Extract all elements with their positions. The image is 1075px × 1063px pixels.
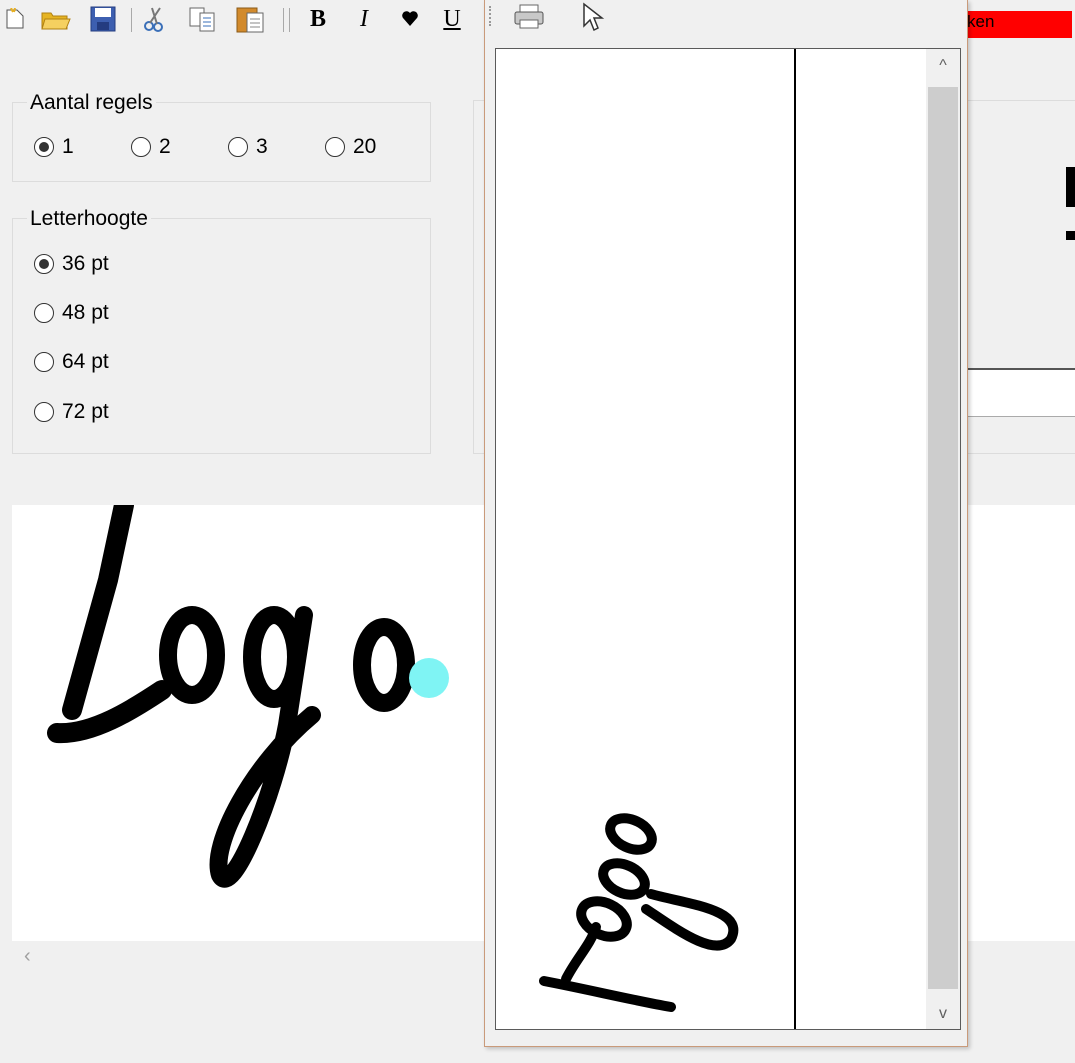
radio-dot — [228, 137, 248, 157]
scroll-down-icon[interactable]: v — [926, 1005, 960, 1023]
regels-option-3[interactable]: 3 — [228, 133, 268, 161]
height-option-72[interactable]: 72 pt — [34, 398, 109, 426]
print-icon[interactable] — [513, 4, 545, 35]
pointer-icon[interactable] — [581, 2, 605, 37]
ibeam-cursor-icon — [1066, 167, 1075, 207]
height-option-48[interactable]: 48 pt — [34, 299, 109, 327]
regels-option-2[interactable]: 2 — [131, 133, 171, 161]
italic-button[interactable]: I — [352, 6, 376, 32]
radio-dot — [34, 352, 54, 372]
radio-dot — [325, 137, 345, 157]
letterhoogte-legend: Letterhoogte — [27, 207, 151, 231]
print-preview-canvas: ^ v — [495, 48, 961, 1030]
print-preview-window: ^ v — [484, 0, 968, 1047]
radio-label: 1 — [62, 135, 74, 158]
underline-button[interactable]: U — [440, 6, 464, 32]
red-banner-text: ken — [967, 12, 995, 31]
paste-icon[interactable] — [232, 6, 268, 33]
text-input-field[interactable] — [965, 368, 1075, 417]
page-divider — [794, 49, 796, 1029]
save-icon[interactable] — [88, 6, 118, 32]
toolbar-grip — [489, 6, 493, 26]
height-option-36[interactable]: 36 pt — [34, 250, 109, 278]
radio-label: 48 pt — [62, 301, 109, 324]
radio-dot — [131, 137, 151, 157]
radio-dot — [34, 137, 54, 157]
open-folder-icon[interactable] — [40, 6, 72, 32]
cut-icon[interactable] — [140, 6, 170, 32]
radio-label: 20 — [353, 135, 377, 158]
logo-dot — [409, 658, 449, 698]
scroll-left-icon[interactable]: ‹ — [24, 945, 31, 968]
bold-button[interactable]: B — [306, 6, 330, 32]
scroll-thumb[interactable] — [928, 87, 958, 989]
vertical-scrollbar[interactable]: ^ v — [926, 49, 960, 1029]
radio-label: 2 — [159, 135, 171, 158]
radio-label: 72 pt — [62, 400, 109, 423]
radio-label: 36 pt — [62, 252, 109, 275]
radio-dot — [34, 254, 54, 274]
logo-image — [47, 495, 449, 888]
radio-dot — [34, 303, 54, 323]
regels-option-1[interactable]: 1 — [34, 133, 74, 161]
heart-icon[interactable] — [398, 6, 422, 32]
radio-dot — [34, 402, 54, 422]
copy-icon[interactable] — [186, 6, 220, 32]
height-option-64[interactable]: 64 pt — [34, 348, 109, 376]
new-document-icon[interactable] — [4, 6, 26, 32]
aantal-regels-legend: Aantal regels — [27, 91, 156, 115]
regels-option-20[interactable]: 20 — [325, 133, 376, 161]
radio-label: 3 — [256, 135, 268, 158]
red-status-banner: ken — [965, 11, 1072, 38]
ibeam-dot — [1066, 231, 1075, 240]
radio-label: 64 pt — [62, 350, 109, 373]
scroll-up-icon[interactable]: ^ — [926, 57, 960, 75]
rotated-logo-image — [539, 813, 739, 1012]
